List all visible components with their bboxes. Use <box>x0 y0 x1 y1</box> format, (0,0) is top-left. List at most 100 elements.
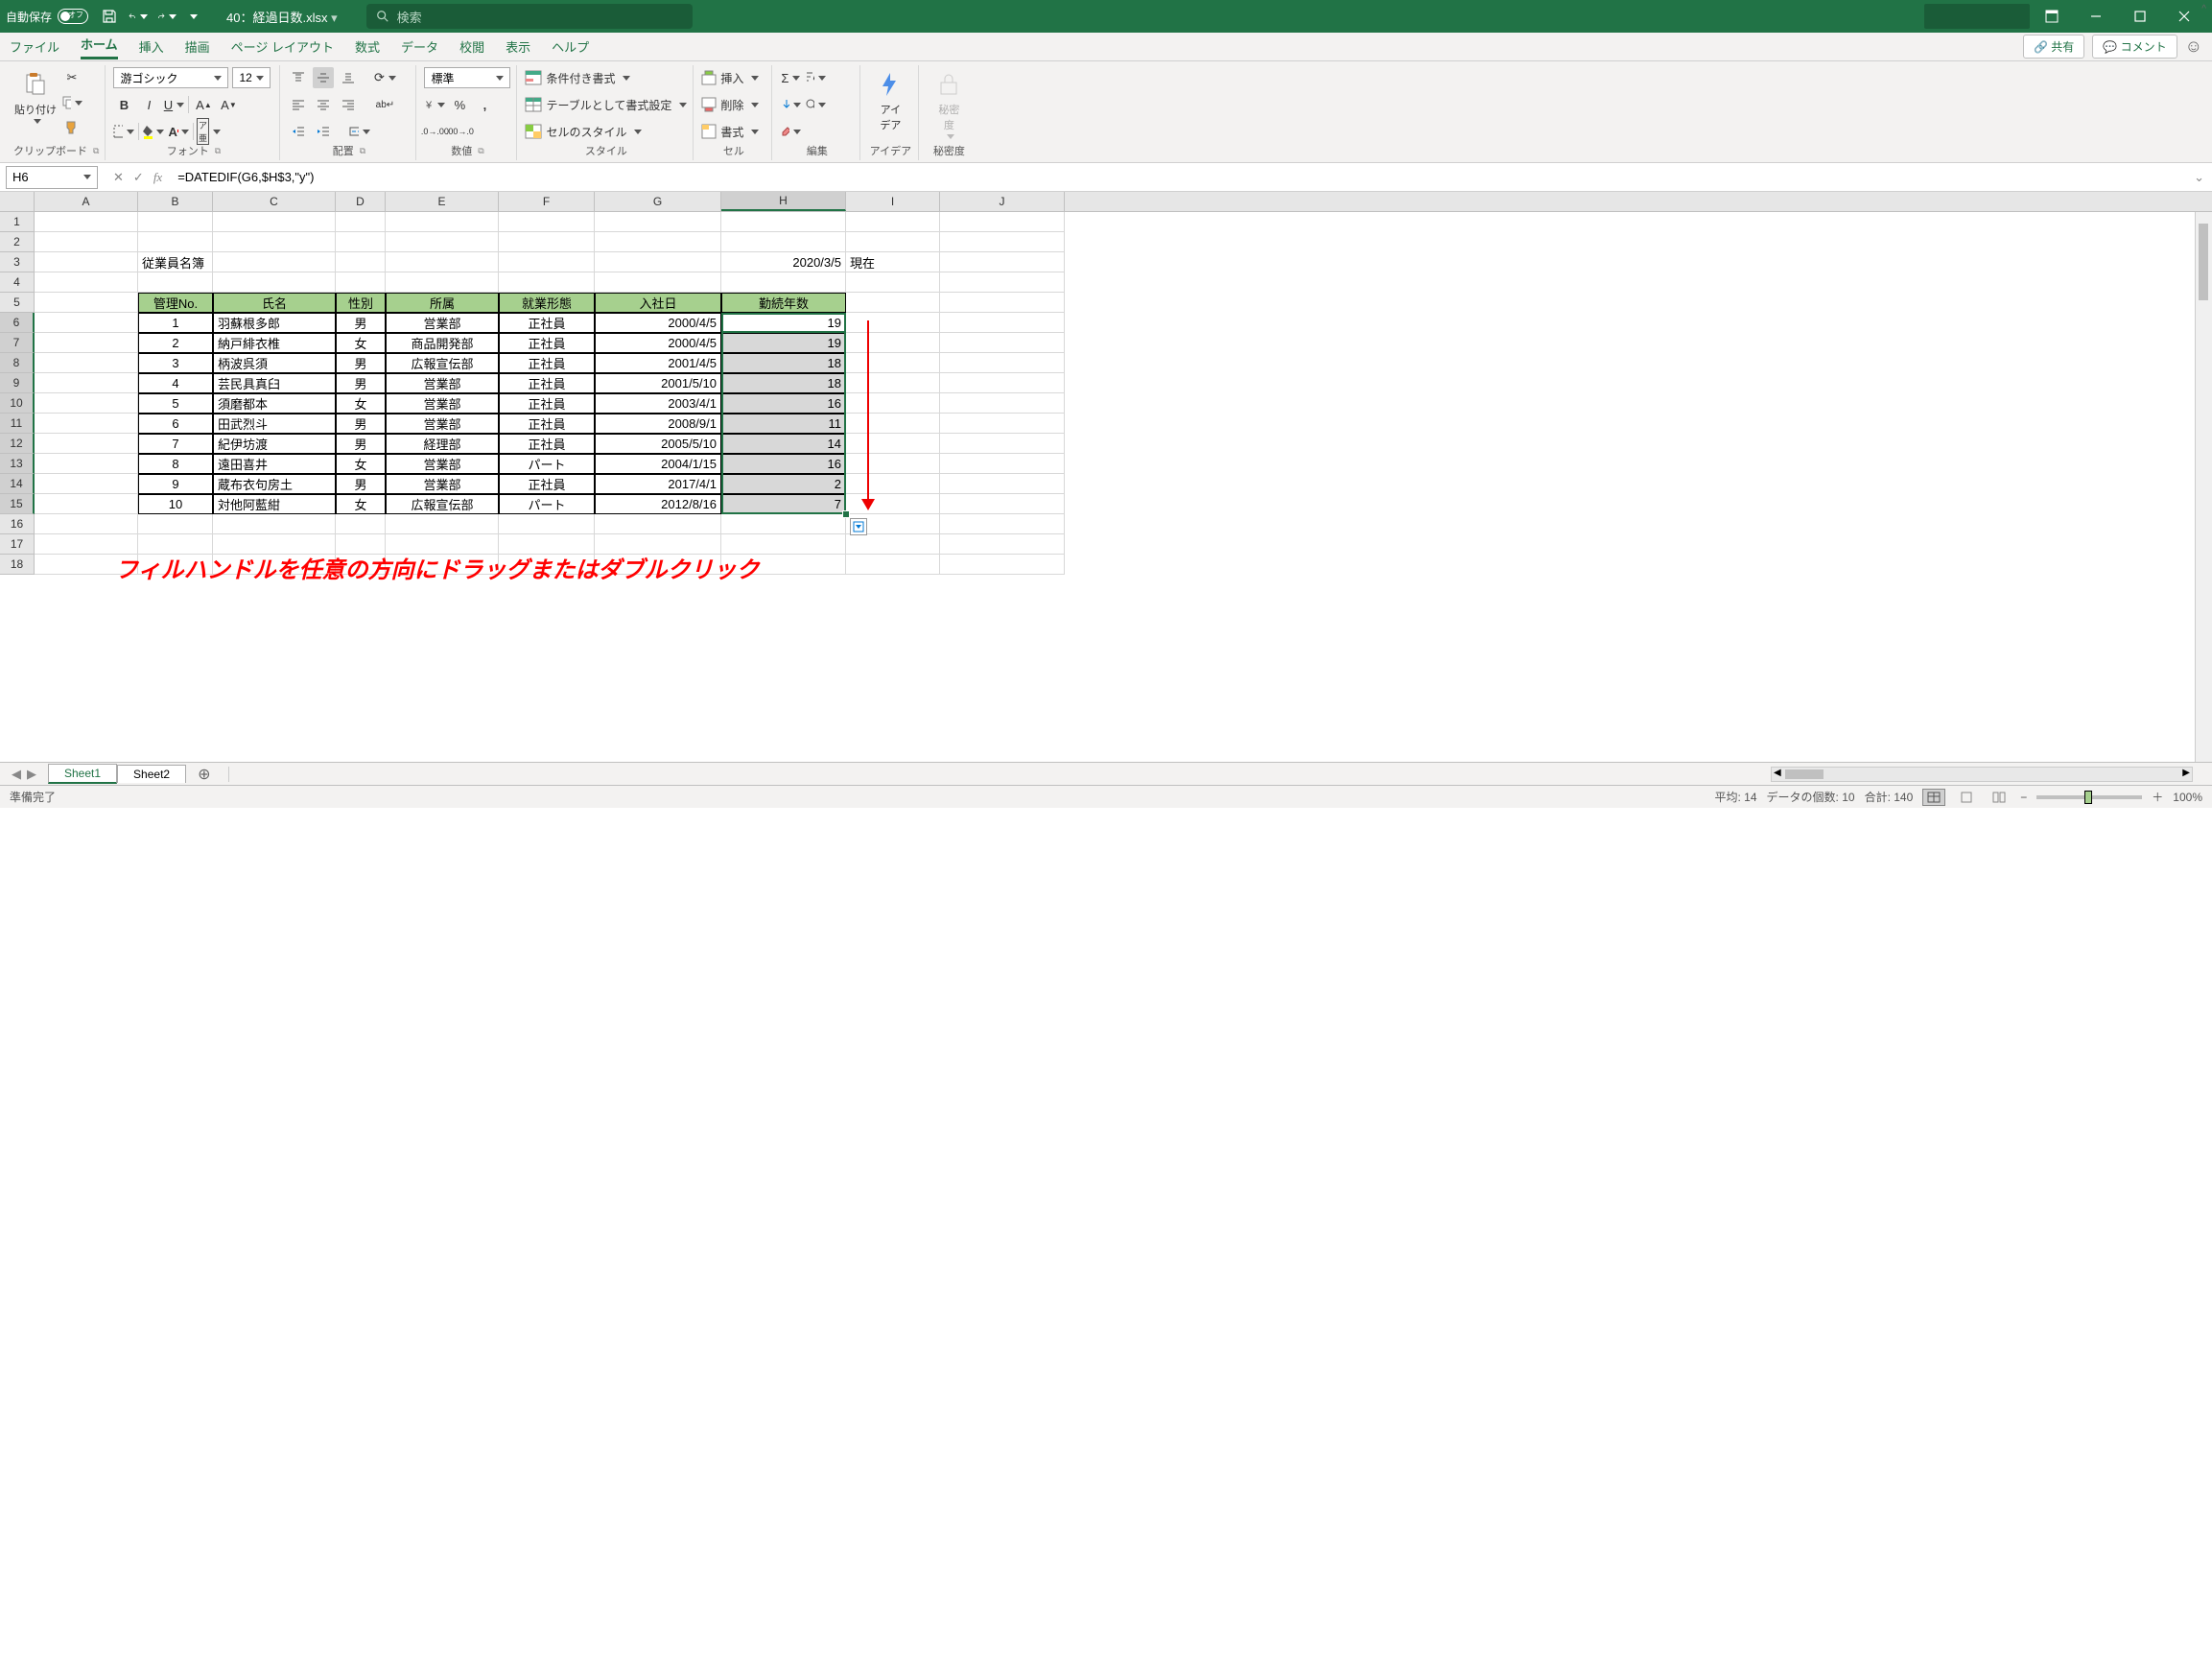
font-color-icon[interactable]: A <box>168 121 189 142</box>
cell[interactable] <box>35 313 138 333</box>
align-right-icon[interactable] <box>338 94 359 115</box>
cell[interactable]: 正社員 <box>499 313 595 333</box>
cell[interactable]: 営業部 <box>386 373 499 393</box>
cell[interactable]: 女 <box>336 333 386 353</box>
cell[interactable]: 男 <box>336 353 386 373</box>
smile-icon[interactable]: ☺ <box>2185 36 2202 57</box>
cell[interactable] <box>213 212 336 232</box>
cell[interactable] <box>386 514 499 534</box>
cell[interactable] <box>846 333 940 353</box>
row-header[interactable]: 13 <box>0 454 35 474</box>
cell[interactable]: 男 <box>336 373 386 393</box>
cell[interactable] <box>846 232 940 252</box>
cell[interactable] <box>940 313 1065 333</box>
cell[interactable]: 正社員 <box>499 393 595 414</box>
vertical-scrollbar[interactable] <box>2195 212 2212 762</box>
select-all-corner[interactable] <box>0 192 35 211</box>
cell[interactable]: 2001/5/10 <box>595 373 721 393</box>
cell[interactable]: 就業形態 <box>499 293 595 313</box>
row-header[interactable]: 1 <box>0 212 35 232</box>
copy-icon[interactable] <box>61 92 82 113</box>
cell[interactable] <box>386 272 499 293</box>
formula-input[interactable]: =DATEDIF(G6,$H$3,"y") <box>172 170 2186 184</box>
cell[interactable] <box>35 333 138 353</box>
cell[interactable]: 紀伊坊渡 <box>213 434 336 454</box>
cell[interactable] <box>499 212 595 232</box>
cell[interactable]: 営業部 <box>386 393 499 414</box>
ideas-button[interactable]: アイ デア <box>868 65 912 132</box>
sort-filter-icon[interactable] <box>805 67 826 88</box>
cell[interactable] <box>940 494 1065 514</box>
shrink-font-icon[interactable]: A▼ <box>218 94 239 115</box>
column-header[interactable]: E <box>386 192 499 211</box>
cell[interactable]: 現在 <box>846 252 940 272</box>
cell[interactable]: 男 <box>336 474 386 494</box>
cell[interactable]: 16 <box>721 393 846 414</box>
tab-data[interactable]: データ <box>401 37 438 56</box>
column-header[interactable]: B <box>138 192 213 211</box>
save-icon[interactable] <box>100 7 119 26</box>
row-header[interactable]: 9 <box>0 373 35 393</box>
cell[interactable] <box>940 555 1065 575</box>
cell[interactable]: 男 <box>336 414 386 434</box>
cell[interactable]: 所属 <box>386 293 499 313</box>
cell[interactable]: 19 <box>721 313 846 333</box>
cell[interactable]: 営業部 <box>386 454 499 474</box>
cell[interactable]: 遠田喜井 <box>213 454 336 474</box>
cell[interactable]: 2012/8/16 <box>595 494 721 514</box>
font-size-combo[interactable]: 12 <box>232 67 271 88</box>
cell[interactable] <box>940 293 1065 313</box>
decrease-indent-icon[interactable] <box>288 121 309 142</box>
row-header[interactable]: 8 <box>0 353 35 373</box>
dialog-launcher-icon[interactable]: ⧉ <box>215 146 221 156</box>
zoom-slider[interactable] <box>2036 795 2142 799</box>
cell[interactable] <box>35 434 138 454</box>
cell[interactable]: 田武烈斗 <box>213 414 336 434</box>
align-top-icon[interactable] <box>288 67 309 88</box>
cell[interactable]: 19 <box>721 333 846 353</box>
format-painter-icon[interactable] <box>61 117 82 138</box>
cell[interactable] <box>35 353 138 373</box>
pagebreak-view-icon[interactable] <box>1988 789 2011 806</box>
cell[interactable] <box>386 212 499 232</box>
cell[interactable] <box>213 514 336 534</box>
cell[interactable] <box>138 232 213 252</box>
zoom-out-icon[interactable]: − <box>2020 791 2027 804</box>
column-header[interactable]: F <box>499 192 595 211</box>
cell[interactable] <box>721 212 846 232</box>
cell[interactable] <box>138 212 213 232</box>
tab-view[interactable]: 表示 <box>506 37 530 56</box>
maximize-icon[interactable] <box>2118 0 2162 33</box>
autofill-options-icon[interactable] <box>850 518 867 535</box>
name-box[interactable]: H6 <box>6 166 98 189</box>
row-header[interactable]: 14 <box>0 474 35 494</box>
cell[interactable] <box>940 373 1065 393</box>
cell[interactable] <box>940 232 1065 252</box>
cell[interactable] <box>499 252 595 272</box>
cell[interactable]: 管理No. <box>138 293 213 313</box>
cell[interactable]: 正社員 <box>499 353 595 373</box>
share-button[interactable]: 🔗 共有 <box>2023 35 2084 59</box>
cell[interactable]: 男 <box>336 313 386 333</box>
cell[interactable]: 2000/4/5 <box>595 313 721 333</box>
cell[interactable] <box>940 454 1065 474</box>
cell[interactable] <box>138 272 213 293</box>
cell[interactable]: 羽蘇根多郎 <box>213 313 336 333</box>
cell[interactable] <box>35 454 138 474</box>
cell[interactable] <box>940 212 1065 232</box>
cell[interactable] <box>846 393 940 414</box>
tab-home[interactable]: ホーム <box>81 35 118 59</box>
cell[interactable] <box>846 534 940 555</box>
cell-styles-button[interactable]: セルのスタイル <box>525 121 642 142</box>
ribbon-display-icon[interactable] <box>2030 0 2074 33</box>
search-box[interactable]: 検索 <box>366 4 693 29</box>
cell[interactable] <box>846 293 940 313</box>
underline-button[interactable]: U <box>163 94 184 115</box>
cell[interactable]: 蔵布衣句房土 <box>213 474 336 494</box>
find-select-icon[interactable] <box>805 94 826 115</box>
align-bottom-icon[interactable] <box>338 67 359 88</box>
cell[interactable]: 営業部 <box>386 414 499 434</box>
cell[interactable] <box>846 272 940 293</box>
cell[interactable] <box>35 293 138 313</box>
align-middle-icon[interactable] <box>313 67 334 88</box>
